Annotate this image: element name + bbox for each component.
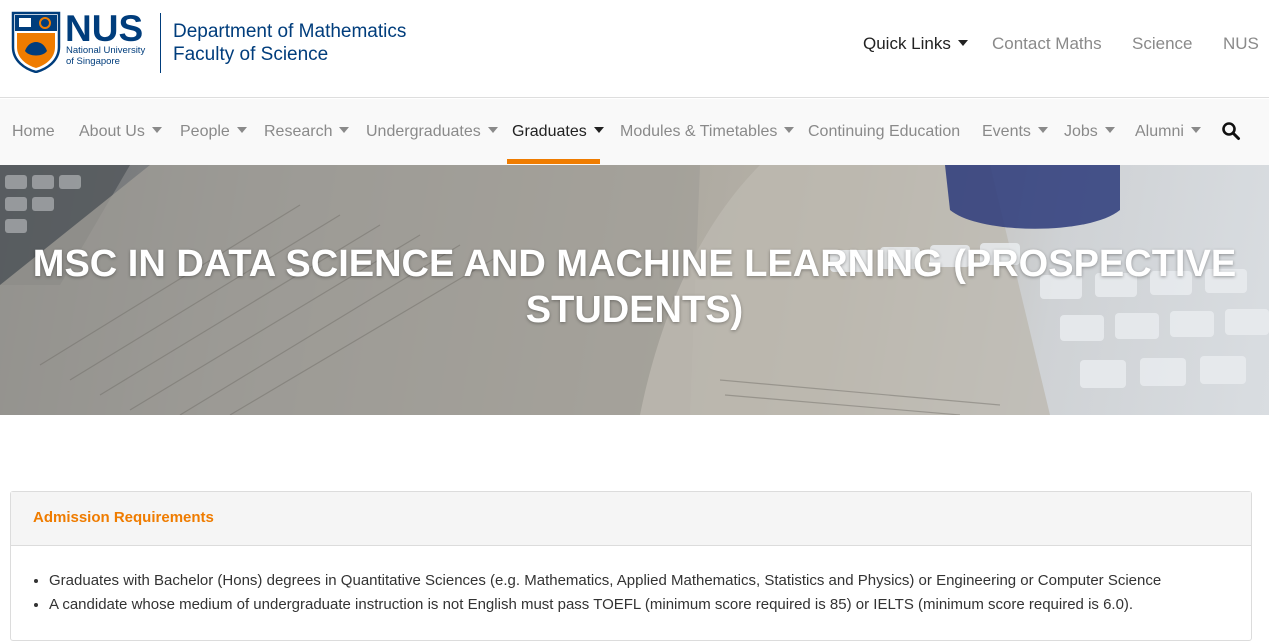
nav-item-jobs[interactable]: Jobs — [1064, 123, 1115, 141]
nav-label: Modules & Timetables — [620, 123, 778, 140]
active-nav-indicator — [507, 159, 600, 164]
top-link-contact-maths[interactable]: Contact Maths — [992, 34, 1102, 54]
panel-header: Admission Requirements — [11, 492, 1251, 546]
quick-links-dropdown[interactable]: Quick Links — [863, 34, 968, 54]
admission-panel: Admission Requirements Graduates with Ba… — [10, 491, 1252, 641]
caret-down-icon — [487, 127, 498, 133]
caret-down-icon — [1037, 127, 1048, 133]
caret-down-icon — [957, 40, 968, 46]
quick-links-label: Quick Links — [863, 34, 951, 53]
nav-label: About Us — [79, 123, 145, 140]
search-icon[interactable] — [1221, 121, 1241, 141]
nus-full-name-line2: of Singapore — [66, 56, 120, 67]
caret-down-icon — [1190, 127, 1201, 133]
nus-full-name: National University of Singapore — [66, 45, 145, 67]
nus-full-name-line1: National University — [66, 45, 146, 56]
nav-item-home[interactable]: Home — [12, 123, 55, 141]
department-line1: Department of Mathematics — [173, 21, 407, 42]
nav-item-about-us[interactable]: About Us — [79, 123, 162, 141]
logo-divider — [160, 13, 161, 73]
list-item: Graduates with Bachelor (Hons) degrees i… — [49, 569, 1251, 593]
caret-down-icon — [593, 127, 604, 133]
nus-crest-icon — [11, 11, 61, 73]
nus-wordmark: NUS — [65, 8, 144, 49]
nav-label: People — [180, 123, 230, 140]
nav-item-undergraduates[interactable]: Undergraduates — [366, 123, 498, 141]
nav-label: Events — [982, 123, 1031, 140]
nav-item-continuing-education[interactable]: Continuing Education — [808, 123, 960, 141]
department-name: Department of Mathematics Faculty of Sci… — [173, 20, 406, 66]
nav-item-graduates[interactable]: Graduates — [512, 123, 604, 141]
nav-item-alumni[interactable]: Alumni — [1135, 123, 1201, 141]
list-item: A candidate whose medium of undergraduat… — [49, 593, 1251, 617]
hero-banner: MSC IN DATA SCIENCE AND MACHINE LEARNING… — [0, 165, 1269, 415]
page-title: MSC IN DATA SCIENCE AND MACHINE LEARNING… — [32, 243, 1237, 331]
nav-label: Continuing Education — [808, 123, 961, 140]
site-header: NUS National University of Singapore Dep… — [0, 0, 1269, 98]
panel-title: Admission Requirements — [33, 509, 214, 526]
requirements-list: Graduates with Bachelor (Hons) degrees i… — [11, 546, 1251, 617]
nav-item-people[interactable]: People — [180, 123, 247, 141]
nav-item-events[interactable]: Events — [982, 123, 1048, 141]
caret-down-icon — [339, 127, 350, 133]
nav-label: Research — [264, 123, 333, 140]
caret-down-icon — [151, 127, 162, 133]
nav-label: Alumni — [1135, 123, 1184, 140]
nav-item-research[interactable]: Research — [264, 123, 350, 141]
caret-down-icon — [784, 127, 795, 133]
caret-down-icon — [1104, 127, 1115, 133]
nav-item-modules-timetables[interactable]: Modules & Timetables — [620, 123, 795, 141]
main-nav: Home About Us People Research Undergradu… — [0, 99, 1269, 165]
nav-label: Undergraduates — [366, 123, 481, 140]
nav-label: Jobs — [1064, 123, 1098, 140]
nav-label: Home — [12, 123, 55, 140]
top-link-science[interactable]: Science — [1132, 34, 1192, 54]
top-link-nus[interactable]: NUS — [1223, 34, 1259, 54]
caret-down-icon — [236, 127, 247, 133]
nus-logo[interactable]: NUS National University of Singapore Dep… — [11, 8, 421, 75]
faculty-line2: Faculty of Science — [173, 44, 329, 65]
nav-label: Graduates — [512, 123, 587, 140]
